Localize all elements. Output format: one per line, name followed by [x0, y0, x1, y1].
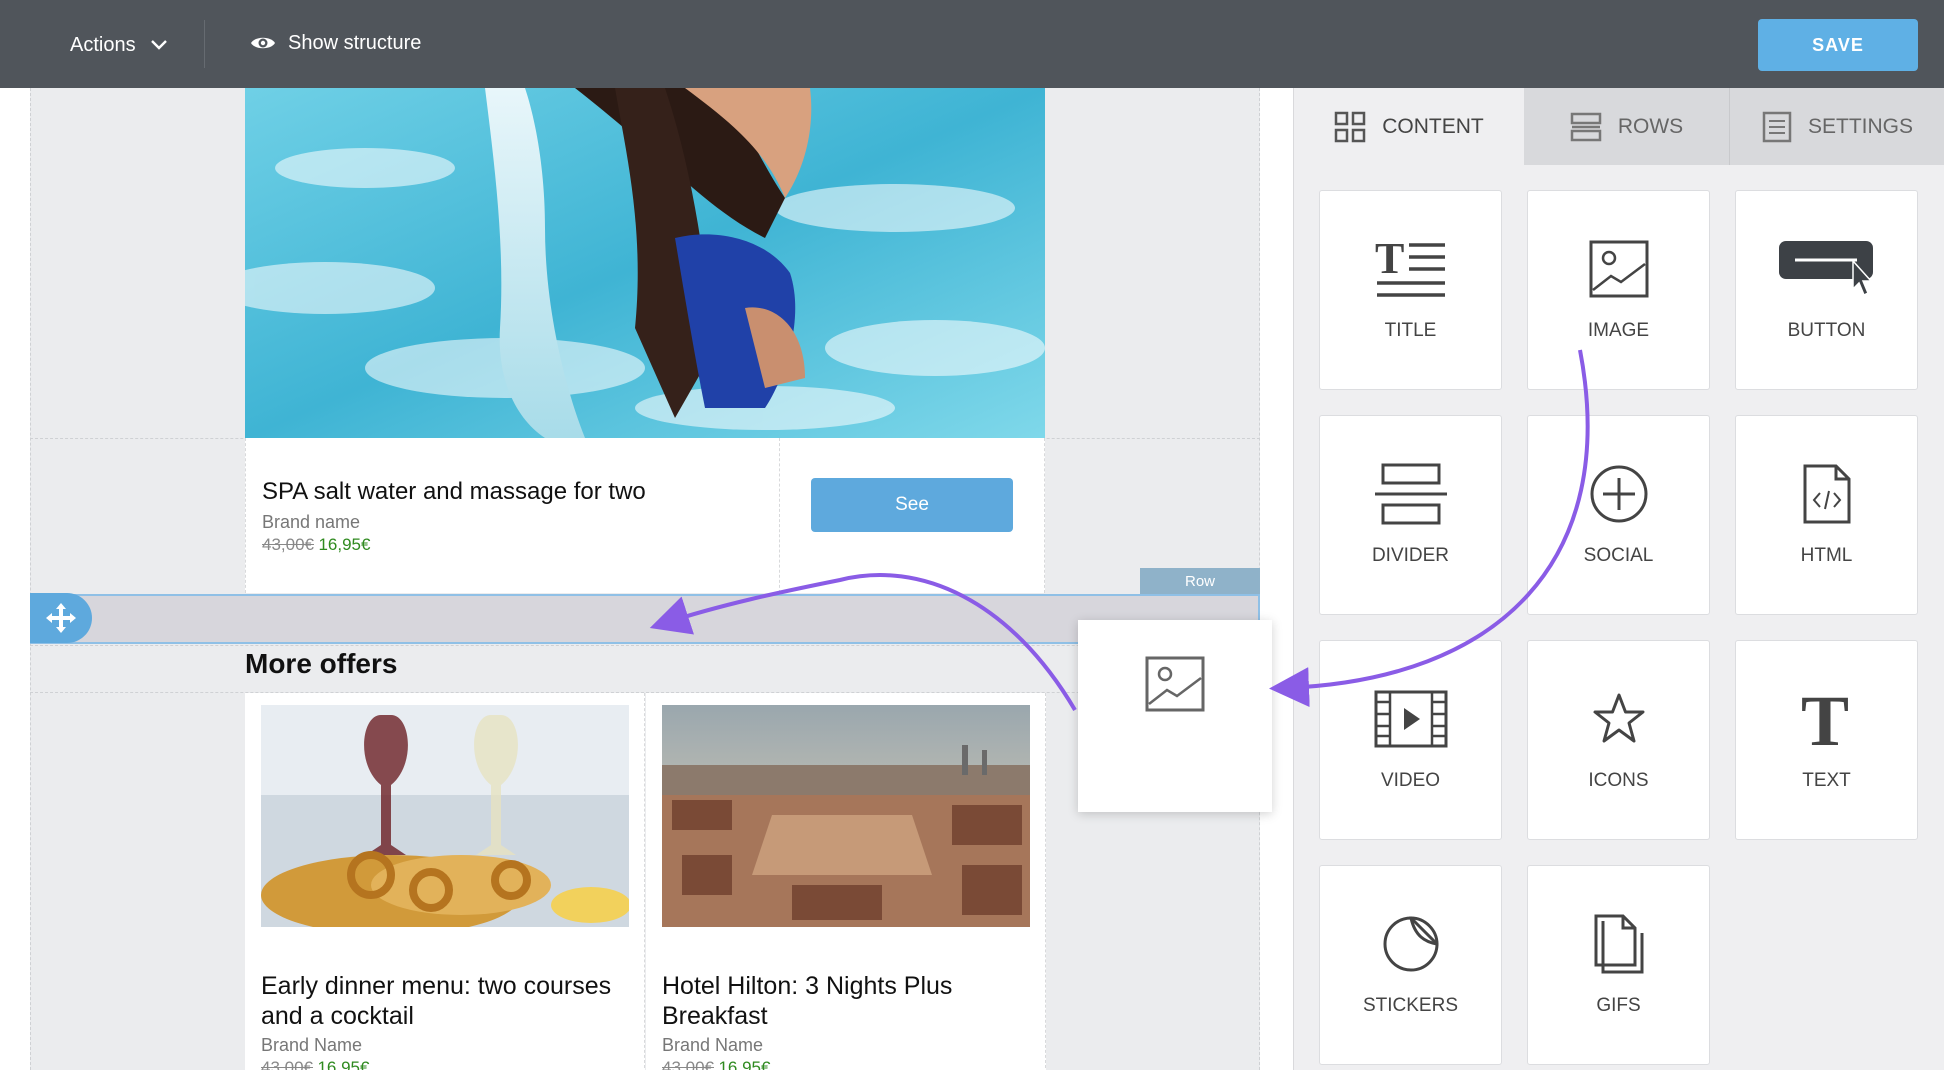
content-panel: CONTENT ROWS SETTINGS T TITLE IMAGE BUTT… [1293, 88, 1944, 1070]
image-icon [1589, 240, 1648, 298]
drop-zone-row[interactable] [30, 594, 1260, 644]
actions-label: Actions [70, 33, 136, 56]
title-icon: T [1375, 237, 1445, 297]
social-icon [1590, 465, 1647, 523]
offer-card[interactable]: Hotel Hilton: 3 Nights Plus Breakfast Br… [646, 693, 1046, 1070]
tile-text[interactable]: T TEXT [1735, 640, 1918, 840]
featured-text-block[interactable]: SPA salt water and massage for two Brand… [262, 478, 646, 555]
divider-icon [1374, 463, 1447, 525]
text-icon: T [1801, 687, 1849, 751]
email-canvas: SPA salt water and massage for two Brand… [0, 88, 1293, 1070]
eye-icon [251, 37, 275, 49]
brand-name: Brand name [262, 512, 361, 532]
tile-label: GIFS [1596, 995, 1641, 1016]
brand-name: Brand Name [261, 1035, 363, 1055]
product-title: SPA salt water and massage for two [262, 478, 646, 505]
svg-text:T: T [1801, 687, 1849, 751]
row-guide [30, 645, 1260, 646]
offer-prices: 43,00€ 16,95€ [261, 1058, 369, 1070]
see-button[interactable]: See [811, 478, 1013, 532]
spa-photo [245, 88, 1045, 438]
old-price: 43,00€ [261, 1058, 313, 1070]
tile-title[interactable]: T TITLE [1319, 190, 1502, 390]
new-price: 16,95€ [318, 535, 371, 554]
tile-label: TEXT [1802, 770, 1851, 791]
show-structure-label: Show structure [288, 31, 422, 54]
tile-icons[interactable]: ICONS [1527, 640, 1710, 840]
offer-image-hotel[interactable] [662, 705, 1030, 927]
toolbar-divider [204, 20, 205, 68]
offer-card[interactable]: Early dinner menu: two courses and a coc… [245, 693, 645, 1070]
tile-label: SOCIAL [1583, 545, 1654, 566]
row-label[interactable]: Row [1140, 568, 1260, 594]
tile-label: TITLE [1384, 320, 1437, 341]
chevron-down-icon [150, 40, 167, 50]
tile-social[interactable]: SOCIAL [1527, 415, 1710, 615]
tile-label: BUTTON [1787, 320, 1866, 341]
panel-tabs: CONTENT ROWS SETTINGS [1294, 88, 1944, 165]
gif-icon [1594, 914, 1643, 974]
settings-doc-icon [1762, 111, 1792, 142]
old-price: 43,00€ [662, 1058, 714, 1070]
tab-settings-label: SETTINGS [1807, 114, 1913, 138]
row-guide [30, 692, 1260, 693]
tile-stickers[interactable]: STICKERS [1319, 865, 1502, 1065]
tile-html[interactable]: HTML [1735, 415, 1918, 615]
tile-label: STICKERS [1362, 995, 1459, 1016]
tile-label: VIDEO [1380, 770, 1441, 791]
video-icon [1374, 690, 1447, 748]
html-icon [1803, 464, 1850, 524]
section-title: More offers [245, 648, 398, 679]
top-toolbar: Actions Show structure SAVE [0, 0, 1944, 88]
tile-label: ICONS [1588, 770, 1649, 791]
tile-label: IMAGE [1587, 320, 1650, 341]
button-icon [1778, 241, 1873, 297]
tab-content-label: CONTENT [1382, 114, 1484, 138]
sticker-icon [1383, 916, 1439, 972]
tile-gifs[interactable]: GIFS [1527, 865, 1710, 1065]
offer-title: Hotel Hilton: 3 Nights Plus Breakfast [662, 972, 953, 1030]
tab-rows[interactable]: ROWS [1524, 88, 1729, 165]
dragged-image-block[interactable] [1078, 620, 1272, 812]
column-divider [779, 438, 780, 593]
rows-icon [1570, 112, 1602, 141]
tab-rows-label: ROWS [1617, 114, 1684, 138]
new-price: 16,95€ [718, 1058, 771, 1070]
show-structure-toggle[interactable]: Show structure [250, 28, 421, 58]
featured-product-row: SPA salt water and massage for two Brand… [245, 438, 1045, 593]
tile-image[interactable]: IMAGE [1527, 190, 1710, 390]
tile-divider[interactable]: DIVIDER [1319, 415, 1502, 615]
svg-text:T: T [1375, 237, 1404, 283]
move-handle[interactable] [30, 593, 92, 643]
actions-menu[interactable]: Actions [70, 30, 168, 60]
tile-video[interactable]: VIDEO [1319, 640, 1502, 840]
offer-title: Early dinner menu: two courses and a coc… [261, 972, 612, 1030]
image-icon [1145, 656, 1205, 712]
old-price: 43,00€ [262, 535, 314, 554]
tile-button[interactable]: BUTTON [1735, 190, 1918, 390]
tab-content[interactable]: CONTENT [1294, 88, 1524, 165]
grid-icon [1335, 111, 1366, 142]
offer-image-dinner[interactable] [261, 705, 629, 927]
new-price: 16,95€ [317, 1058, 370, 1070]
spa-image[interactable] [245, 88, 1045, 438]
star-icon [1593, 693, 1644, 743]
offer-prices: 43,00€ 16,95€ [662, 1058, 770, 1070]
tab-settings[interactable]: SETTINGS [1730, 88, 1944, 165]
dinner-photo [261, 705, 629, 927]
brand-name: Brand Name [662, 1035, 764, 1055]
tile-label: DIVIDER [1371, 545, 1450, 566]
save-button[interactable]: SAVE [1758, 19, 1918, 71]
move-icon [46, 603, 76, 633]
city-photo [662, 705, 1030, 927]
tile-label: HTML [1800, 545, 1853, 566]
